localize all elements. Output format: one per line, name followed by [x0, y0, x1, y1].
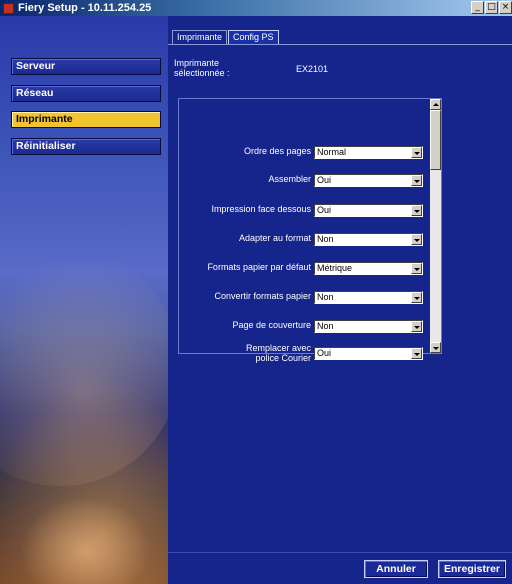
- tab-config-ps[interactable]: Config PS: [228, 30, 279, 44]
- chevron-down-icon[interactable]: [411, 234, 422, 245]
- tab-divider: [168, 44, 512, 45]
- setting-dropdown[interactable]: Non: [314, 291, 423, 304]
- setting-label: Page de couverture: [232, 320, 311, 330]
- setting-dropdown[interactable]: Normal: [314, 146, 423, 159]
- maximize-button[interactable]: □: [485, 1, 498, 14]
- chevron-down-icon[interactable]: [411, 263, 422, 274]
- setting-dropdown[interactable]: Oui: [314, 204, 423, 217]
- setting-label: Convertir formats papier: [214, 291, 311, 301]
- app-icon: [3, 2, 14, 14]
- scroll-thumb[interactable]: [430, 110, 441, 170]
- setting-row: Convertir formats papier Non: [179, 291, 429, 305]
- setting-label: Ordre des pages: [243, 146, 311, 156]
- title-bar: Fiery Setup - 10.11.254.25 _ □ ×: [0, 0, 512, 16]
- sidebar-item-reinitialiser[interactable]: Réinitialiser: [11, 138, 161, 155]
- window-controls: _ □ ×: [470, 1, 512, 14]
- selected-printer-value: EX2101: [296, 64, 329, 74]
- setting-row: Ordre des pages Normal: [179, 146, 429, 160]
- minimize-button[interactable]: _: [471, 1, 484, 14]
- sidebar-item-imprimante[interactable]: Imprimante: [11, 111, 161, 128]
- selected-printer-label: Imprimante sélectionnée :: [174, 58, 230, 78]
- settings-list: Ordre des pages Normal Assembler Oui Imp…: [178, 98, 442, 363]
- setting-row: Remplacer avec police Courier Oui: [179, 343, 429, 363]
- scroll-up-icon[interactable]: [430, 99, 441, 110]
- setting-row: Adapter au format Non: [179, 233, 429, 247]
- dropdown-value: Métrique: [317, 263, 353, 273]
- setting-label: Adapter au format: [238, 233, 311, 243]
- dropdown-value: Non: [317, 234, 334, 244]
- setting-label: Formats papier par défaut: [207, 262, 311, 272]
- setting-dropdown[interactable]: Oui: [314, 347, 423, 360]
- chevron-down-icon[interactable]: [411, 147, 422, 158]
- setting-label: Assembler: [268, 174, 311, 184]
- scroll-down-icon[interactable]: [430, 342, 441, 353]
- vertical-scrollbar[interactable]: [430, 99, 441, 353]
- sidebar-item-serveur[interactable]: Serveur: [11, 58, 161, 75]
- save-button[interactable]: Enregistrer: [438, 560, 506, 578]
- setting-row: Assembler Oui: [179, 174, 429, 188]
- chevron-down-icon[interactable]: [411, 348, 422, 359]
- tab-imprimante[interactable]: Imprimante: [172, 30, 228, 44]
- footer-divider: [168, 552, 512, 553]
- setting-label: Remplacer avec police Courier: [245, 343, 311, 363]
- setting-label: Impression face dessous: [211, 204, 311, 214]
- setting-dropdown[interactable]: Oui: [314, 174, 423, 187]
- decorative-graphic: [20, 496, 150, 584]
- sidebar-item-reseau[interactable]: Réseau: [11, 85, 161, 102]
- dropdown-value: Oui: [317, 205, 332, 215]
- setting-dropdown[interactable]: Métrique: [314, 262, 423, 275]
- app-window: Fiery Setup - 10.11.254.25 _ □ × Serveur…: [0, 0, 512, 584]
- dropdown-value: Non: [317, 321, 334, 331]
- setting-row: Formats papier par défaut Métrique: [179, 262, 429, 276]
- cancel-button[interactable]: Annuler: [364, 560, 428, 578]
- close-button[interactable]: ×: [499, 1, 512, 14]
- setting-dropdown[interactable]: Non: [314, 233, 423, 246]
- dropdown-value: Non: [317, 292, 334, 302]
- dropdown-value: Normal: [317, 147, 347, 157]
- dropdown-value: Oui: [317, 348, 332, 358]
- sidebar: Serveur Réseau Imprimante Réinitialiser: [0, 16, 168, 584]
- dropdown-value: Oui: [317, 175, 332, 185]
- chevron-down-icon[interactable]: [411, 205, 422, 216]
- setting-row: Impression face dessous Oui: [179, 204, 429, 218]
- chevron-down-icon[interactable]: [411, 321, 422, 332]
- setting-dropdown[interactable]: Non: [314, 320, 423, 333]
- setting-row: Page de couverture Non: [179, 320, 429, 334]
- chevron-down-icon[interactable]: [411, 292, 422, 303]
- window-title: Fiery Setup - 10.11.254.25: [18, 2, 152, 14]
- chevron-down-icon[interactable]: [411, 175, 422, 186]
- main-panel: Imprimante Config PS Imprimante sélectio…: [168, 16, 512, 584]
- tab-bar: Imprimante Config PS: [172, 30, 280, 44]
